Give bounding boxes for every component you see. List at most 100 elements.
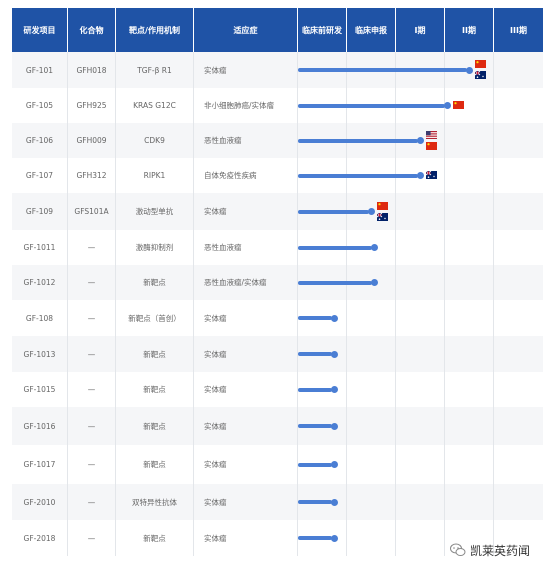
header-project: 研发项目 bbox=[12, 8, 68, 52]
phase-cell bbox=[494, 88, 543, 123]
phase-cell bbox=[494, 265, 543, 300]
phase-cell bbox=[298, 484, 347, 520]
phase-cell bbox=[396, 265, 445, 300]
phase-cell bbox=[396, 407, 445, 445]
phase-cell bbox=[347, 193, 396, 230]
phase-cell bbox=[494, 52, 543, 88]
phase-cell bbox=[494, 484, 543, 520]
compound: — bbox=[68, 445, 116, 484]
phase-cell bbox=[298, 123, 347, 158]
project-id: GF-2018 bbox=[12, 520, 68, 556]
phase-cell bbox=[347, 123, 396, 158]
indication: 实体瘤 bbox=[194, 520, 298, 556]
phase-cell bbox=[396, 52, 445, 88]
phase-cell bbox=[445, 230, 494, 265]
phase-cell bbox=[445, 407, 494, 445]
project-id: GF-1015 bbox=[12, 372, 68, 407]
phase-cell bbox=[298, 372, 347, 407]
indication: 自体免疫性疾病 bbox=[194, 158, 298, 193]
phase-cell bbox=[396, 300, 445, 336]
compound: — bbox=[68, 265, 116, 300]
compound: — bbox=[68, 520, 116, 556]
phase-cell bbox=[445, 193, 494, 230]
phase-cell bbox=[396, 193, 445, 230]
table-row: GF-1017— 新靶点 实体瘤 bbox=[12, 445, 543, 484]
phase-cell bbox=[347, 230, 396, 265]
compound: — bbox=[68, 230, 116, 265]
phase-cell bbox=[445, 484, 494, 520]
project-id: GF-1013 bbox=[12, 336, 68, 372]
phase-cell bbox=[298, 52, 347, 88]
indication: 实体瘤 bbox=[194, 445, 298, 484]
phase-cell bbox=[396, 520, 445, 556]
phase-cell bbox=[445, 52, 494, 88]
phase-cell bbox=[445, 336, 494, 372]
phase-cell bbox=[298, 158, 347, 193]
indication: 实体瘤 bbox=[194, 407, 298, 445]
table-row: GF-109 GFS101A 激动型单抗 实体瘤 bbox=[12, 193, 543, 230]
indication: 实体瘤 bbox=[194, 372, 298, 407]
compound: GFH925 bbox=[68, 88, 116, 123]
phase-cell bbox=[396, 445, 445, 484]
indication: 恶性血液瘤 bbox=[194, 123, 298, 158]
wechat-icon bbox=[450, 543, 466, 556]
phase-cell bbox=[494, 158, 543, 193]
pipeline-table-header: 研发项目 化合物 靶点/作用机制 适应症 临床前研发 临床申报 I期 II期 I… bbox=[12, 8, 543, 52]
table-row: GF-1012— 新靶点 恶性血液瘤/实体瘤 bbox=[12, 265, 543, 300]
project-id: GF-1012 bbox=[12, 265, 68, 300]
target-mechanism: 新靶点 bbox=[116, 520, 194, 556]
phase-cell bbox=[445, 372, 494, 407]
phase-cell bbox=[347, 52, 396, 88]
target-mechanism: 新靶点 bbox=[116, 336, 194, 372]
compound: — bbox=[68, 407, 116, 445]
indication: 非小细胞肺癌/实体瘤 bbox=[194, 88, 298, 123]
indication: 恶性血液瘤 bbox=[194, 230, 298, 265]
phase-cell bbox=[396, 123, 445, 158]
indication: 实体瘤 bbox=[194, 484, 298, 520]
phase-cell bbox=[494, 372, 543, 407]
target-mechanism: 激动型单抗 bbox=[116, 193, 194, 230]
phase-cell bbox=[347, 484, 396, 520]
phase-cell bbox=[396, 484, 445, 520]
compound: — bbox=[68, 372, 116, 407]
header-phase-3: III期 bbox=[494, 8, 543, 52]
table-row: GF-107 GFH312 RIPK1 自体免疫性疾病 bbox=[12, 158, 543, 193]
compound: GFH312 bbox=[68, 158, 116, 193]
target-mechanism: 新靶点（首创） bbox=[116, 300, 194, 336]
table-row: GF-1016— 新靶点 实体瘤 bbox=[12, 407, 543, 445]
compound: GFS101A bbox=[68, 193, 116, 230]
phase-cell bbox=[347, 372, 396, 407]
compound: — bbox=[68, 300, 116, 336]
table-row: GF-2010— 双特异性抗体 实体瘤 bbox=[12, 484, 543, 520]
phase-cell bbox=[494, 193, 543, 230]
project-id: GF-109 bbox=[12, 193, 68, 230]
compound: — bbox=[68, 484, 116, 520]
phase-cell bbox=[298, 445, 347, 484]
header-compound: 化合物 bbox=[68, 8, 116, 52]
phase-cell bbox=[396, 372, 445, 407]
watermark-text: 凯莱英药闻 bbox=[470, 543, 531, 558]
phase-cell bbox=[494, 123, 543, 158]
phase-cell bbox=[494, 336, 543, 372]
phase-cell bbox=[445, 265, 494, 300]
project-id: GF-101 bbox=[12, 52, 68, 88]
target-mechanism: 新靶点 bbox=[116, 265, 194, 300]
phase-cell bbox=[347, 520, 396, 556]
phase-cell bbox=[494, 445, 543, 484]
target-mechanism: 新靶点 bbox=[116, 372, 194, 407]
compound: GFH018 bbox=[68, 52, 116, 88]
target-mechanism: TGF-β R1 bbox=[116, 52, 194, 88]
phase-cell bbox=[445, 88, 494, 123]
project-id: GF-1017 bbox=[12, 445, 68, 484]
phase-cell bbox=[396, 158, 445, 193]
compound: GFH009 bbox=[68, 123, 116, 158]
indication: 实体瘤 bbox=[194, 300, 298, 336]
phase-cell bbox=[347, 407, 396, 445]
table-row: GF-1013— 新靶点 实体瘤 bbox=[12, 336, 543, 372]
header-ind-filing: 临床申报 bbox=[347, 8, 396, 52]
table-row: GF-1011— 激酶抑制剂 恶性血液瘤 bbox=[12, 230, 543, 265]
phase-cell bbox=[298, 407, 347, 445]
phase-cell bbox=[445, 158, 494, 193]
phase-cell bbox=[298, 300, 347, 336]
table-row: GF-101 GFH018 TGF-β R1 实体瘤 bbox=[12, 52, 543, 88]
